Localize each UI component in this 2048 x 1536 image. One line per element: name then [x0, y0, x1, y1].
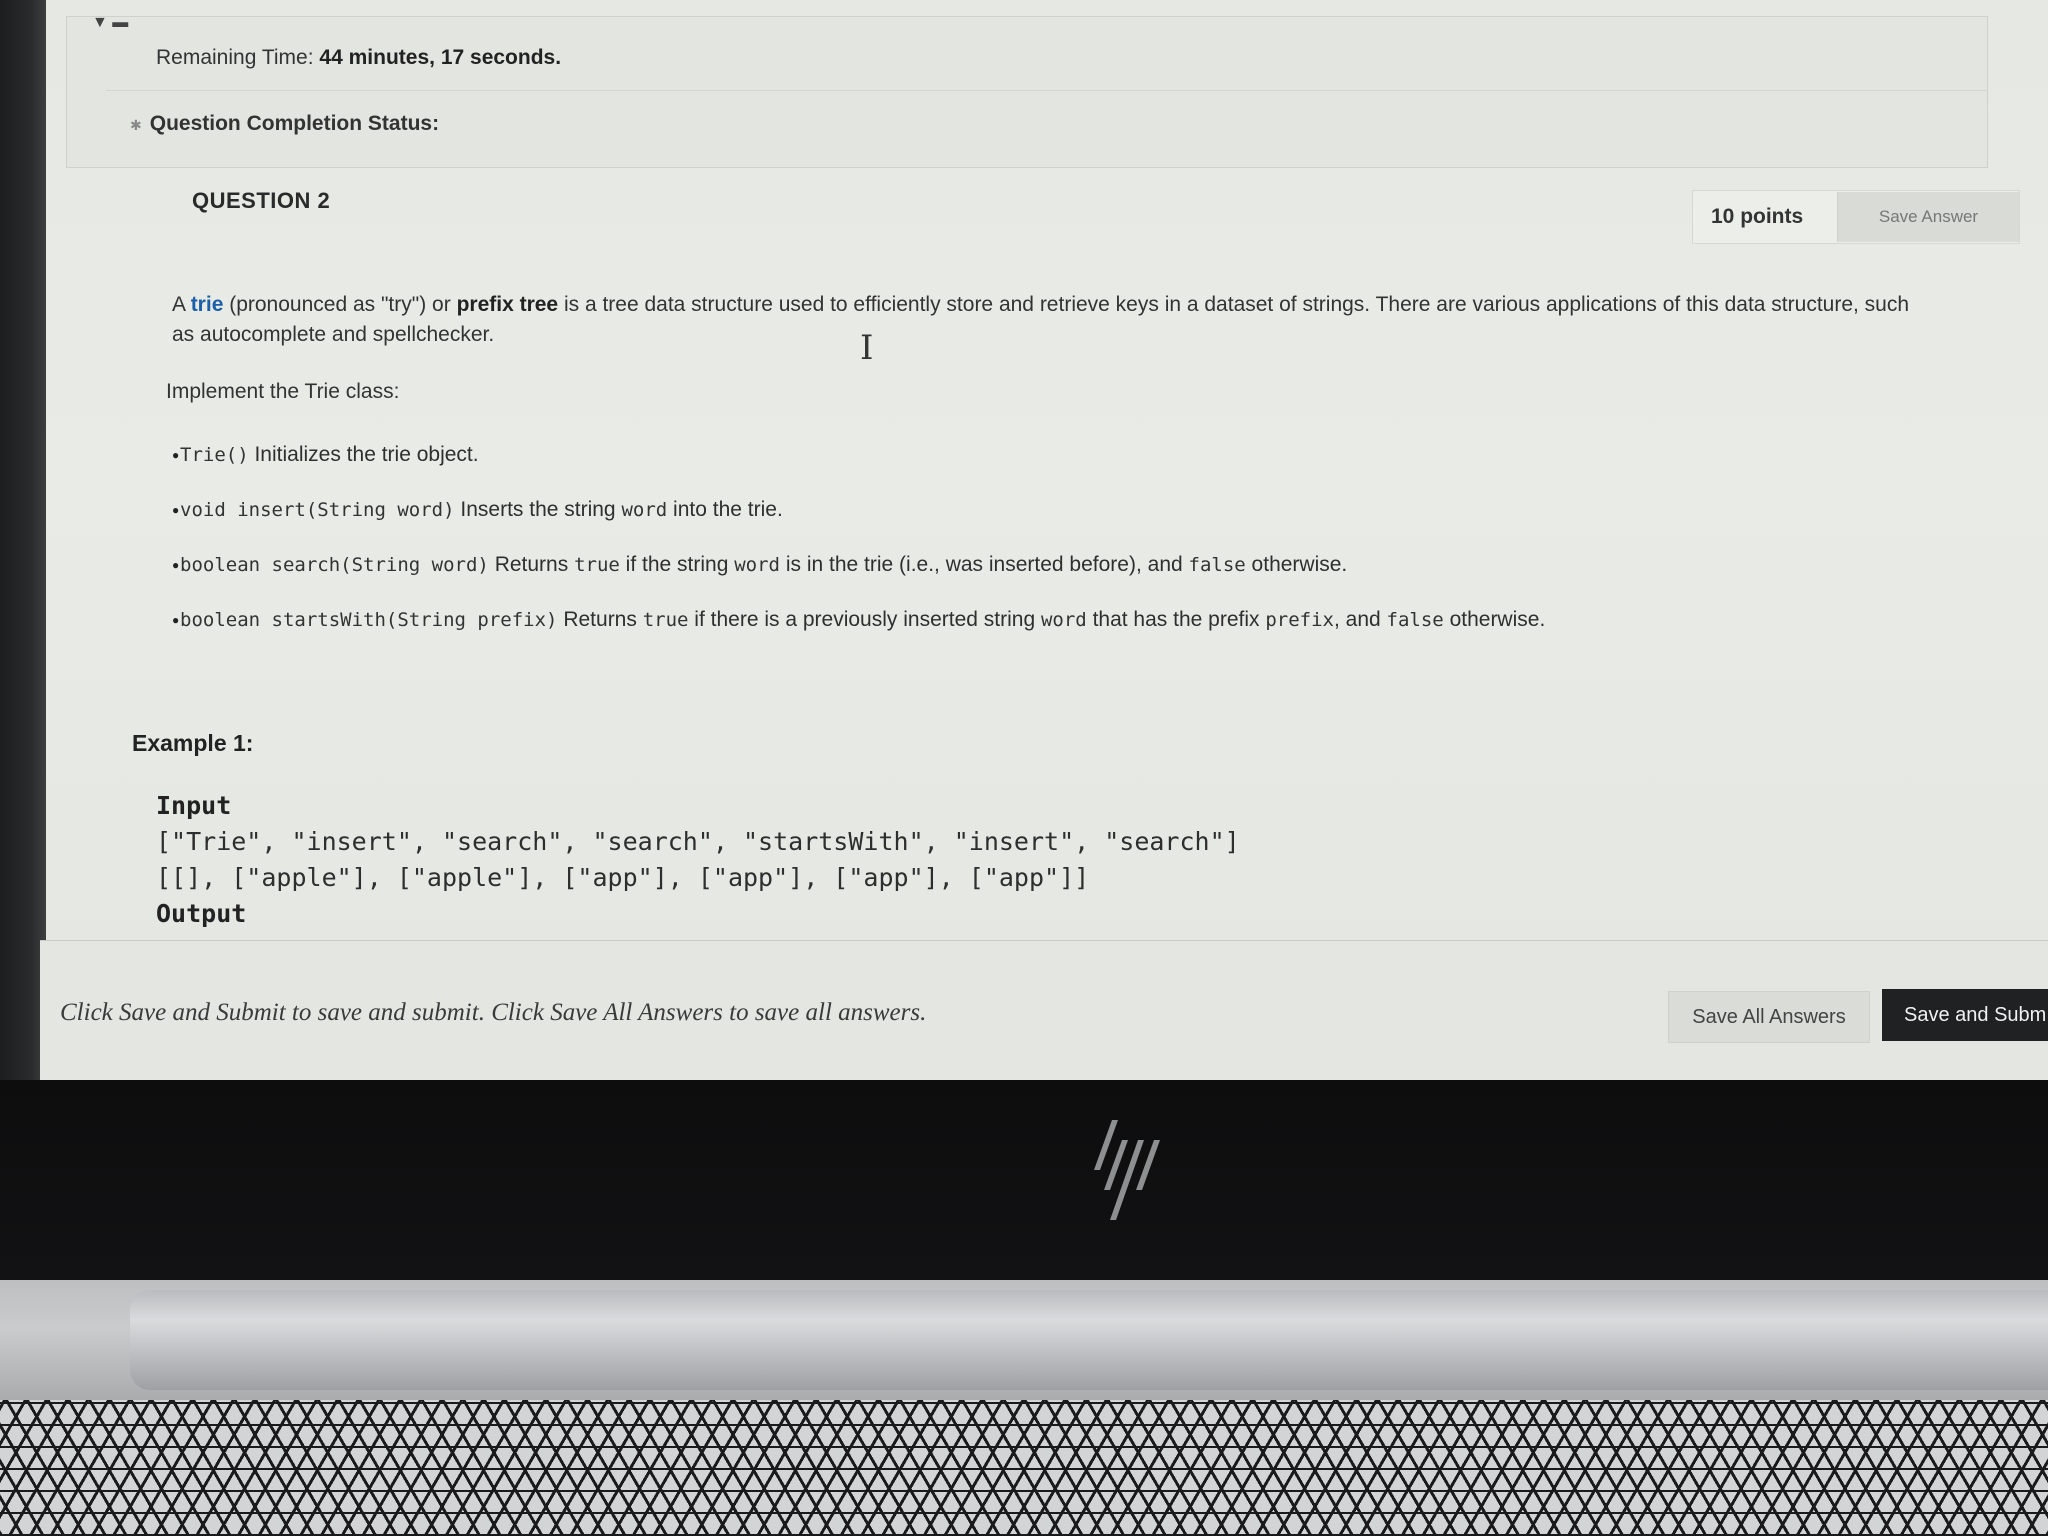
trie-link[interactable]: trie [191, 293, 224, 316]
text-cursor-icon: I [860, 328, 874, 368]
method-desc: otherwise. [1245, 553, 1348, 576]
example-code-block: Input ["Trie", "insert", "search", "sear… [156, 788, 1240, 932]
seconds-value: 17 [440, 46, 465, 69]
question-description: A trie (pronounced as "try") or prefix t… [172, 290, 1932, 350]
method-desc: Returns [557, 608, 643, 631]
method-signature: boolean startsWith(String prefix) [180, 609, 558, 631]
list-item: Trie() Initializes the trie object. [172, 440, 2048, 495]
method-desc: Returns [488, 553, 575, 576]
example-title: Example 1: [132, 730, 254, 756]
method-desc: if there is a previously inserted string [688, 608, 1041, 631]
divider [106, 90, 1988, 91]
example-line: [[], ["apple"], ["apple"], ["app"], ["ap… [156, 863, 1090, 892]
desc-text-a: A [172, 293, 191, 316]
method-desc: is in the trie (i.e., was inserted befor… [779, 553, 1189, 576]
minutes-label: minutes, [348, 46, 435, 69]
inline-code: false [1386, 609, 1444, 631]
method-desc: that has the prefix [1086, 608, 1266, 631]
seconds-label: seconds. [470, 46, 562, 69]
implement-text: Implement the Trie class: [166, 380, 400, 403]
method-list: Trie() Initializes the trie object. void… [172, 440, 2048, 660]
screen: ▼ ▬ Remaining Time: 44 minutes, 17 secon… [0, 0, 2048, 1080]
screen-bezel-left [0, 0, 46, 1080]
footer-bar: Click Save and Submit to save and submit… [40, 940, 2048, 1080]
collapse-arrow-icon[interactable]: ▼ ▬ [92, 14, 128, 32]
method-desc: otherwise. [1443, 608, 1546, 631]
save-and-submit-button[interactable]: Save and Subm [1882, 989, 2048, 1041]
output-label: Output [156, 899, 247, 928]
minutes-value: 44 [319, 46, 343, 69]
remaining-time-label: Remaining Time: [156, 46, 314, 69]
list-item: void insert(String word) Inserts the str… [172, 495, 2048, 550]
inline-code: word [621, 499, 668, 521]
method-desc: Initializes the trie object. [248, 443, 479, 466]
inline-code: word [734, 554, 780, 576]
save-all-answers-button[interactable]: Save All Answers [1668, 991, 1870, 1043]
method-signature: boolean search(String word) [180, 554, 489, 576]
inline-code: true [642, 609, 689, 631]
hp-logo [1094, 1120, 1160, 1220]
list-item: boolean startsWith(String prefix) Return… [172, 605, 2048, 660]
method-desc: , and [1333, 608, 1387, 631]
speaker-grille [0, 1400, 2048, 1536]
inline-code: prefix [1265, 609, 1334, 631]
save-answer-button[interactable]: Save Answer [1837, 192, 2019, 242]
points-box: 10 points Save Answer [1692, 190, 2020, 244]
laptop-bezel [0, 1080, 2048, 1280]
status-panel [66, 16, 1988, 168]
method-signature: void insert(String word) [180, 499, 455, 521]
question-completion-status[interactable]: ✱ Question Completion Status: [130, 112, 439, 136]
hinge-bar [130, 1290, 2048, 1390]
inline-code: true [574, 554, 620, 576]
method-desc: Inserts the string [454, 498, 622, 521]
footer-instructions: Click Save and Submit to save and submit… [60, 999, 927, 1026]
inline-code: word [1040, 609, 1087, 631]
description-paragraph: A trie (pronounced as "try") or prefix t… [172, 290, 1932, 350]
remaining-time: Remaining Time: 44 minutes, 17 seconds. [156, 46, 561, 70]
example-line: ["Trie", "insert", "search", "search", "… [156, 827, 1240, 856]
list-item: boolean search(String word) Returns true… [172, 550, 2048, 605]
prefix-tree-term: prefix tree [456, 293, 559, 316]
method-desc: if the string [619, 553, 735, 576]
completion-label: Question Completion Status: [149, 112, 440, 135]
desc-text-b: (pronounced as "try") or [223, 293, 457, 316]
method-desc: into the trie. [667, 498, 783, 521]
input-label: Input [156, 791, 232, 820]
expand-icon: ✱ [130, 117, 142, 133]
method-signature: Trie() [180, 444, 249, 466]
question-title: QUESTION 2 [192, 188, 331, 213]
points-value: 10 points [1711, 205, 1804, 228]
inline-code: false [1188, 554, 1246, 576]
